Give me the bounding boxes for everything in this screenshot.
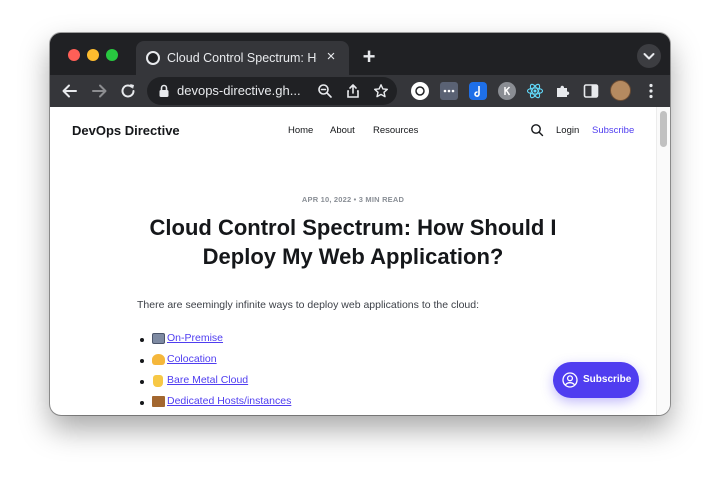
k-letter-icon bbox=[504, 86, 511, 96]
ghost-favicon-icon bbox=[146, 51, 160, 65]
login-link[interactable]: Login bbox=[556, 125, 579, 136]
bullet-dot bbox=[140, 401, 144, 405]
scrollbar-thumb[interactable] bbox=[660, 111, 667, 147]
portal-subscribe-label: Subscribe bbox=[583, 374, 632, 385]
office-building-emoji-icon bbox=[152, 333, 165, 344]
url-text: devops-directive.gh... bbox=[177, 83, 301, 98]
colocation-link[interactable]: Colocation bbox=[167, 353, 217, 365]
side-panel-icon[interactable] bbox=[582, 82, 600, 100]
dedicated-hosts-link[interactable]: Dedicated Hosts/instances bbox=[167, 395, 291, 407]
extension-music-icon[interactable] bbox=[469, 82, 487, 100]
bare-metal-cloud-link[interactable]: Bare Metal Cloud bbox=[167, 374, 248, 386]
extensions-puzzle-icon[interactable] bbox=[554, 82, 572, 100]
extension-k-icon[interactable] bbox=[498, 82, 516, 100]
bookmark-star-icon[interactable] bbox=[373, 83, 389, 99]
article-intro: There are seemingly infinite ways to dep… bbox=[137, 299, 480, 311]
music-note-icon bbox=[474, 86, 480, 97]
browser-toolbar: devops-directive.gh... bbox=[50, 75, 670, 107]
zoom-icon[interactable] bbox=[317, 83, 333, 99]
profile-avatar[interactable] bbox=[610, 80, 631, 101]
tab-close-icon[interactable]: × bbox=[322, 48, 340, 66]
tab-strip: Cloud Control Spectrum: How × + bbox=[50, 33, 670, 75]
metal-horns-emoji-icon bbox=[153, 375, 163, 387]
close-window-button[interactable] bbox=[68, 49, 80, 61]
article-meta: APR 10, 2022 • 3 MIN READ bbox=[301, 195, 405, 204]
nav-resources[interactable]: Resources bbox=[373, 125, 418, 136]
page-scrollbar[interactable] bbox=[656, 107, 670, 415]
tab-title: Cloud Control Spectrum: How bbox=[167, 51, 317, 65]
more-menu-icon[interactable] bbox=[642, 82, 660, 100]
site-logo[interactable]: DevOps Directive bbox=[72, 123, 180, 138]
page-viewport[interactable]: DevOps Directive Home About Resources Lo… bbox=[50, 107, 670, 415]
react-devtools-icon[interactable] bbox=[526, 82, 544, 100]
bullet-dot bbox=[140, 338, 144, 342]
browser-window: Cloud Control Spectrum: How × + devops-d… bbox=[50, 33, 670, 415]
handshake-emoji-icon bbox=[152, 354, 165, 365]
user-circle-icon bbox=[562, 372, 578, 388]
minimize-window-button[interactable] bbox=[87, 49, 99, 61]
extension-circle-glyph-icon bbox=[415, 86, 425, 96]
bullet-dot bbox=[140, 359, 144, 363]
subscribe-link[interactable]: Subscribe bbox=[592, 125, 634, 136]
wood-block-emoji-icon bbox=[152, 396, 165, 407]
forward-arrow-icon[interactable] bbox=[89, 81, 109, 101]
chevron-down-icon bbox=[643, 53, 655, 60]
share-icon[interactable] bbox=[345, 83, 361, 99]
search-icon[interactable] bbox=[530, 123, 544, 137]
nav-home[interactable]: Home bbox=[288, 125, 313, 136]
active-tab[interactable]: Cloud Control Spectrum: How × bbox=[136, 41, 349, 75]
lock-icon bbox=[159, 84, 169, 97]
address-bar[interactable]: devops-directive.gh... bbox=[147, 77, 397, 105]
extension-dots-icon[interactable] bbox=[440, 82, 458, 100]
maximize-window-button[interactable] bbox=[106, 49, 118, 61]
bullet-dot bbox=[140, 380, 144, 384]
article-title: Cloud Control Spectrum: How Should I Dep… bbox=[149, 215, 557, 269]
reload-icon[interactable] bbox=[118, 81, 138, 101]
back-arrow-icon[interactable] bbox=[60, 81, 80, 101]
nav-about[interactable]: About bbox=[330, 125, 355, 136]
on-premise-link[interactable]: On-Premise bbox=[167, 332, 223, 344]
tab-search-button[interactable] bbox=[637, 44, 661, 68]
portal-subscribe-button[interactable]: Subscribe bbox=[553, 362, 639, 398]
new-tab-button[interactable]: + bbox=[358, 46, 380, 69]
extension-circle-icon[interactable] bbox=[411, 82, 429, 100]
dots-icon bbox=[443, 89, 455, 93]
